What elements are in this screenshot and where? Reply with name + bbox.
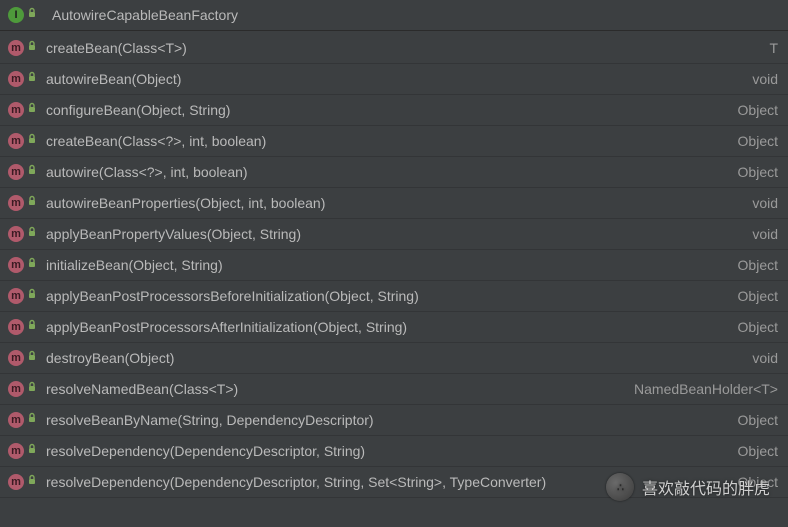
method-return-type: NamedBeanHolder<T> bbox=[624, 381, 778, 397]
public-lock-icon bbox=[26, 133, 44, 149]
public-lock-icon bbox=[26, 350, 44, 366]
row-icons: m bbox=[8, 257, 46, 273]
method-icon: m bbox=[8, 164, 24, 180]
method-signature: createBean(Class<?>, int, boolean) bbox=[46, 133, 728, 149]
method-return-type: Object bbox=[728, 102, 778, 118]
public-lock-icon bbox=[26, 226, 44, 242]
watermark: ∴ 喜欢敲代码的胖虎 bbox=[606, 473, 770, 501]
row-icons: m bbox=[8, 164, 46, 180]
public-lock-icon bbox=[26, 412, 44, 428]
method-icon: m bbox=[8, 102, 24, 118]
watermark-text: 喜欢敲代码的胖虎 bbox=[642, 475, 770, 499]
method-signature: autowireBeanProperties(Object, int, bool… bbox=[46, 195, 742, 211]
public-lock-icon bbox=[26, 443, 44, 459]
method-row[interactable]: m resolveNamedBean(Class<T>)NamedBeanHold… bbox=[0, 374, 788, 405]
row-icons: m bbox=[8, 133, 46, 149]
method-icon: m bbox=[8, 474, 24, 490]
public-lock-icon bbox=[26, 71, 44, 87]
method-return-type: void bbox=[742, 226, 778, 242]
header-icons: I bbox=[8, 7, 46, 23]
structure-panel: I AutowireCapableBeanFactory m createBean… bbox=[0, 0, 788, 527]
method-icon: m bbox=[8, 71, 24, 87]
method-row[interactable]: m initializeBean(Object, String)Object bbox=[0, 250, 788, 281]
interface-icon: I bbox=[8, 7, 24, 23]
method-signature: autowireBean(Object) bbox=[46, 71, 742, 87]
row-icons: m bbox=[8, 474, 46, 490]
public-lock-icon bbox=[26, 102, 44, 118]
method-signature: applyBeanPostProcessorsAfterInitializati… bbox=[46, 319, 728, 335]
method-return-type: void bbox=[742, 350, 778, 366]
public-lock-icon bbox=[26, 195, 44, 211]
method-return-type: Object bbox=[728, 257, 778, 273]
method-signature: resolveBeanByName(String, DependencyDesc… bbox=[46, 412, 728, 428]
public-lock-icon bbox=[26, 257, 44, 273]
method-row[interactable]: m resolveBeanByName(String, DependencyDes… bbox=[0, 405, 788, 436]
method-signature: applyBeanPropertyValues(Object, String) bbox=[46, 226, 742, 242]
public-lock-icon bbox=[26, 40, 44, 56]
row-icons: m bbox=[8, 381, 46, 397]
method-icon: m bbox=[8, 195, 24, 211]
method-icon: m bbox=[8, 40, 24, 56]
method-row[interactable]: m autowire(Class<?>, int, boolean)Object bbox=[0, 157, 788, 188]
row-icons: m bbox=[8, 319, 46, 335]
public-lock-icon bbox=[26, 288, 44, 304]
method-return-type: Object bbox=[728, 443, 778, 459]
method-row[interactable]: m applyBeanPropertyValues(Object, String)… bbox=[0, 219, 788, 250]
method-signature: createBean(Class<T>) bbox=[46, 40, 759, 56]
method-signature: autowire(Class<?>, int, boolean) bbox=[46, 164, 728, 180]
row-icons: m bbox=[8, 226, 46, 242]
method-icon: m bbox=[8, 319, 24, 335]
method-signature: destroyBean(Object) bbox=[46, 350, 742, 366]
public-lock-icon bbox=[26, 381, 44, 397]
method-return-type: Object bbox=[728, 133, 778, 149]
method-return-type: Object bbox=[728, 319, 778, 335]
method-signature: applyBeanPostProcessorsBeforeInitializat… bbox=[46, 288, 728, 304]
method-return-type: void bbox=[742, 71, 778, 87]
method-icon: m bbox=[8, 412, 24, 428]
method-return-type: void bbox=[742, 195, 778, 211]
method-icon: m bbox=[8, 443, 24, 459]
row-icons: m bbox=[8, 443, 46, 459]
method-return-type: Object bbox=[728, 412, 778, 428]
method-list: m createBean(Class<T>)Tm autowireBean(Obje… bbox=[0, 31, 788, 498]
method-row[interactable]: m configureBean(Object, String)Object bbox=[0, 95, 788, 126]
method-icon: m bbox=[8, 133, 24, 149]
method-icon: m bbox=[8, 381, 24, 397]
method-signature: resolveNamedBean(Class<T>) bbox=[46, 381, 624, 397]
method-row[interactable]: m resolveDependency(DependencyDescriptor,… bbox=[0, 436, 788, 467]
row-icons: m bbox=[8, 412, 46, 428]
public-lock-icon bbox=[26, 474, 44, 490]
method-return-type: Object bbox=[728, 288, 778, 304]
row-icons: m bbox=[8, 71, 46, 87]
row-icons: m bbox=[8, 288, 46, 304]
row-icons: m bbox=[8, 40, 46, 56]
wechat-icon: ∴ bbox=[606, 473, 634, 501]
method-row[interactable]: m autowireBeanProperties(Object, int, boo… bbox=[0, 188, 788, 219]
method-row[interactable]: m destroyBean(Object)void bbox=[0, 343, 788, 374]
class-header[interactable]: I AutowireCapableBeanFactory bbox=[0, 0, 788, 31]
method-signature: initializeBean(Object, String) bbox=[46, 257, 728, 273]
public-lock-icon bbox=[26, 319, 44, 335]
method-row[interactable]: m applyBeanPostProcessorsAfterInitializat… bbox=[0, 312, 788, 343]
method-signature: resolveDependency(DependencyDescriptor, … bbox=[46, 443, 728, 459]
row-icons: m bbox=[8, 195, 46, 211]
method-icon: m bbox=[8, 257, 24, 273]
method-row[interactable]: m createBean(Class<?>, int, boolean)Objec… bbox=[0, 126, 788, 157]
method-icon: m bbox=[8, 288, 24, 304]
method-signature: configureBean(Object, String) bbox=[46, 102, 728, 118]
method-row[interactable]: m createBean(Class<T>)T bbox=[0, 33, 788, 64]
method-row[interactable]: m applyBeanPostProcessorsBeforeInitializa… bbox=[0, 281, 788, 312]
class-name: AutowireCapableBeanFactory bbox=[52, 7, 238, 23]
row-icons: m bbox=[8, 102, 46, 118]
method-return-type: Object bbox=[728, 164, 778, 180]
method-icon: m bbox=[8, 350, 24, 366]
method-row[interactable]: m autowireBean(Object)void bbox=[0, 64, 788, 95]
method-icon: m bbox=[8, 226, 24, 242]
public-lock-icon bbox=[26, 7, 44, 23]
public-lock-icon bbox=[26, 164, 44, 180]
row-icons: m bbox=[8, 350, 46, 366]
method-return-type: T bbox=[759, 40, 778, 56]
